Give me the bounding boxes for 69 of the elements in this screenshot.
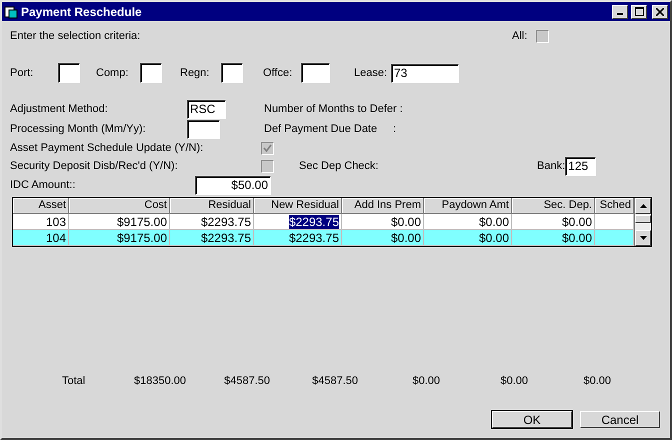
window-title: Payment Reschedule bbox=[21, 4, 143, 18]
close-button[interactable] bbox=[652, 4, 668, 18]
table-cell: $0.00 bbox=[342, 214, 424, 230]
table-cell: $0.00 bbox=[512, 230, 595, 246]
scrollbar[interactable] bbox=[634, 198, 651, 246]
table-cell: $2293.75 bbox=[170, 214, 254, 230]
table-cell: $0.00 bbox=[424, 230, 512, 246]
down-arrow-icon[interactable] bbox=[640, 236, 646, 240]
field-label: Comp: bbox=[96, 67, 130, 79]
column-header[interactable]: Residual bbox=[170, 198, 254, 214]
input-field[interactable] bbox=[221, 63, 243, 83]
column-header[interactable]: Paydown Amt bbox=[424, 198, 512, 214]
field-label: Offce: bbox=[263, 67, 294, 79]
field-label: Lease: bbox=[354, 67, 388, 79]
cancel-button[interactable]: Cancel bbox=[580, 411, 660, 428]
close-icon bbox=[656, 8, 664, 16]
minimize-button[interactable] bbox=[612, 4, 628, 18]
input-field[interactable]: $50.00 bbox=[195, 176, 271, 194]
total-value: $4587.50 bbox=[223, 375, 270, 387]
input-field[interactable] bbox=[140, 63, 162, 83]
input-field[interactable]: 125 bbox=[565, 156, 596, 176]
column-header[interactable]: Asset bbox=[13, 198, 69, 214]
field-label: Processing Month (Mm/Yy): bbox=[10, 123, 147, 135]
field-label: Port: bbox=[10, 67, 34, 79]
total-value: $0.00 bbox=[582, 375, 611, 387]
table-cell: 104 bbox=[13, 230, 69, 246]
table-cell: $0.00 bbox=[342, 230, 424, 246]
input-field[interactable]: RSC bbox=[187, 100, 226, 118]
minimize-icon bbox=[617, 13, 623, 15]
table-cell: $2293.75 bbox=[170, 230, 254, 246]
field-label: IDC Amount:: bbox=[10, 179, 76, 191]
ok-button[interactable]: OK bbox=[492, 411, 572, 428]
column-header[interactable]: Cost bbox=[69, 198, 170, 214]
table-cell: $2293.75 bbox=[254, 214, 342, 230]
input-field[interactable] bbox=[301, 63, 330, 83]
instruction-text: Enter the selection criteria: bbox=[10, 30, 142, 42]
column-header[interactable]: Add Ins Prem bbox=[342, 198, 424, 214]
input-field[interactable]: 73 bbox=[391, 64, 459, 82]
total-value: $18350.00 bbox=[133, 375, 186, 387]
total-value: $0.00 bbox=[411, 375, 440, 387]
colon-text: : bbox=[393, 123, 396, 135]
column-header[interactable]: New Residual bbox=[254, 198, 342, 214]
up-arrow-icon[interactable] bbox=[640, 204, 646, 208]
field-label: Security Deposit Disb/Rec'd (Y/N): bbox=[10, 160, 179, 172]
field-label: Number of Months to Defer : bbox=[264, 103, 403, 115]
field-label: Asset Payment Schedule Update (Y/N): bbox=[10, 142, 204, 154]
field-label: Adjustment Method: bbox=[10, 103, 109, 115]
total-label: Total bbox=[61, 375, 86, 387]
field-label: Regn: bbox=[180, 67, 210, 79]
maximize-button[interactable] bbox=[631, 4, 647, 18]
input-field[interactable] bbox=[58, 63, 80, 83]
app-icon bbox=[4, 4, 18, 18]
field-label: Bank: bbox=[537, 160, 566, 172]
scroll-thumb[interactable] bbox=[635, 215, 651, 223]
field-label: Def Payment Due Date bbox=[264, 123, 378, 135]
table-cell: $9175.00 bbox=[69, 214, 170, 230]
input-field[interactable] bbox=[187, 120, 220, 138]
maximize-icon bbox=[634, 7, 644, 16]
total-value: $0.00 bbox=[499, 375, 528, 387]
table-cell: $0.00 bbox=[512, 214, 595, 230]
column-header[interactable]: Sec. Dep. bbox=[512, 198, 595, 214]
table-cell: $2293.75 bbox=[254, 230, 342, 246]
column-header[interactable]: Sched bbox=[595, 198, 634, 214]
field-label: Sec Dep Check: bbox=[299, 160, 380, 172]
all-label: All: bbox=[512, 30, 528, 42]
total-value: $4587.50 bbox=[311, 375, 358, 387]
table-cell: $0.00 bbox=[424, 214, 512, 230]
table-cell: 103 bbox=[13, 214, 69, 230]
table-cell: $9175.00 bbox=[69, 230, 170, 246]
